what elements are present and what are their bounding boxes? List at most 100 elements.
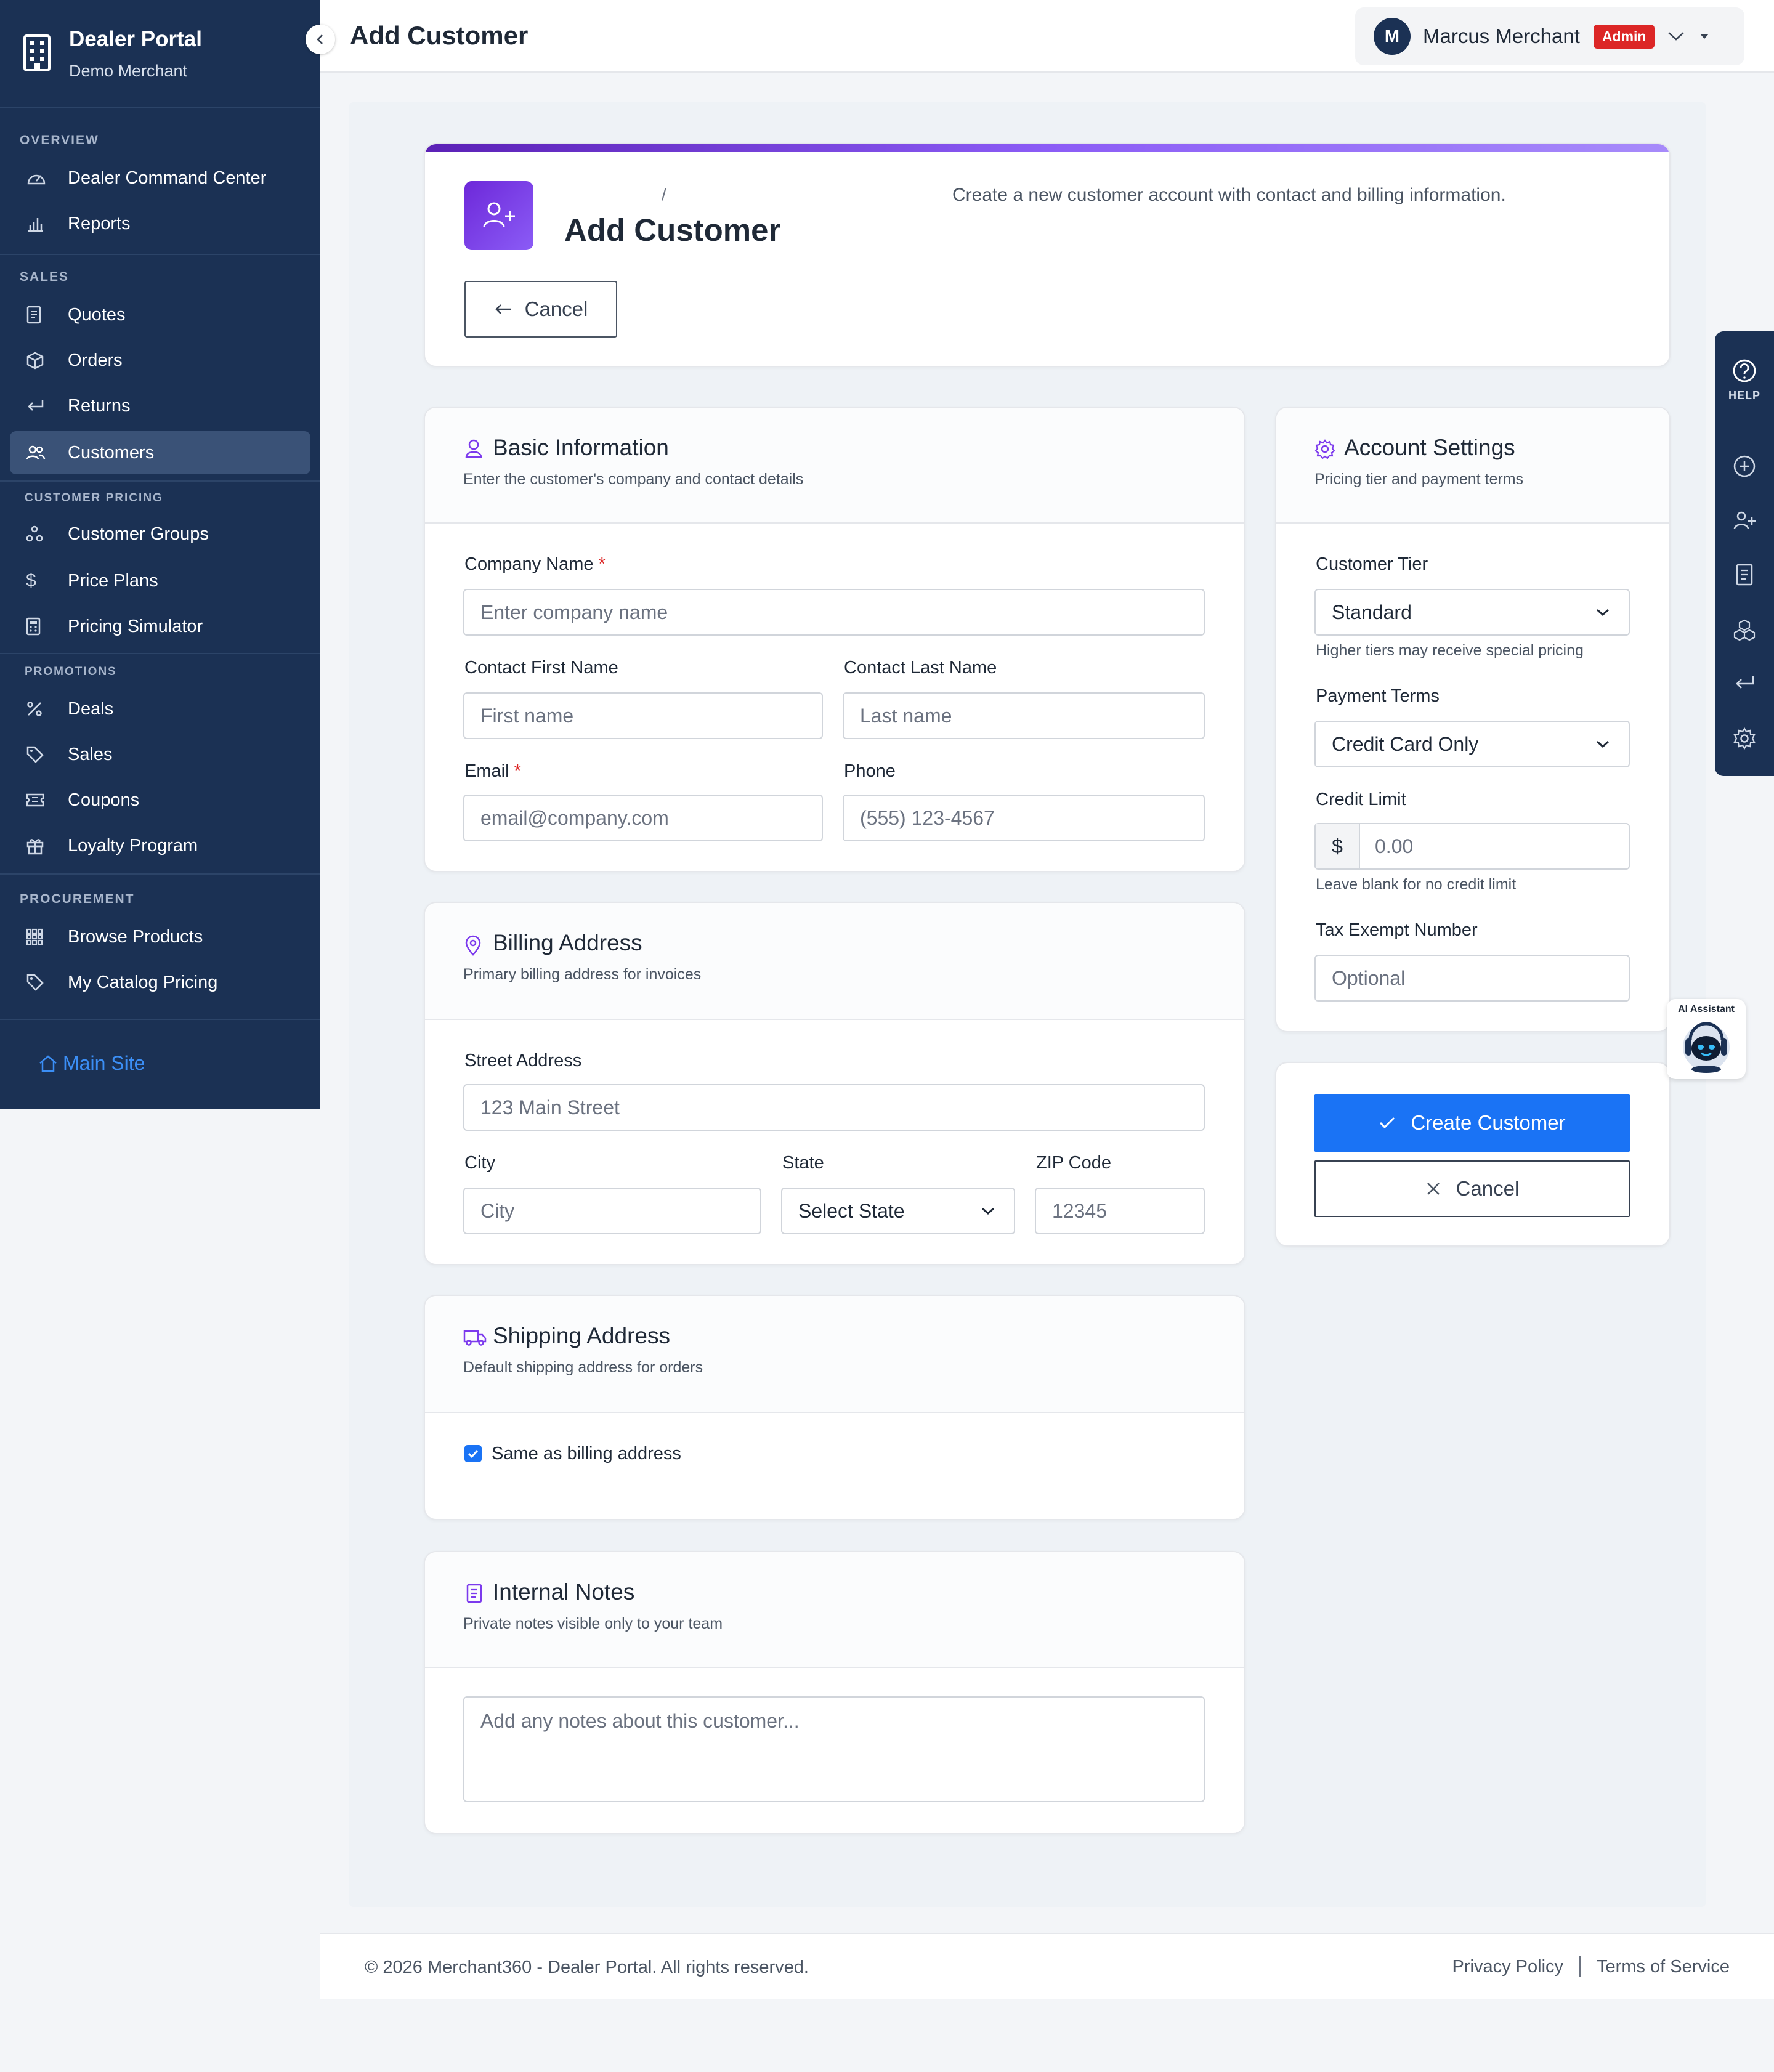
- internal-notes-card: Internal Notes Private notes visible onl…: [424, 1551, 1245, 1834]
- first-name-input[interactable]: First name: [463, 692, 823, 739]
- credit-limit-input[interactable]: $ 0.00: [1314, 823, 1630, 870]
- sidebar-item-coupons[interactable]: Coupons: [10, 779, 310, 822]
- customer-tier-label: Customer Tier: [1316, 554, 1428, 574]
- same-as-billing-label[interactable]: Same as billing address: [492, 1444, 681, 1464]
- chevron-down-icon: [1595, 739, 1610, 749]
- cancel-label: Cancel: [524, 297, 588, 320]
- card-title: Internal Notes: [493, 1579, 635, 1605]
- page-header-card: / Add Customer Create a new customer acc…: [424, 143, 1671, 367]
- tax-exempt-label: Tax Exempt Number: [1316, 920, 1478, 940]
- notes-textarea[interactable]: Add any notes about this customer...: [463, 1696, 1205, 1802]
- boxes-icon: [1733, 618, 1756, 642]
- card-header: Billing Address Primary billing address …: [425, 903, 1244, 1020]
- rail-return-button[interactable]: [1715, 674, 1774, 692]
- rail-boxes-button[interactable]: [1715, 618, 1774, 642]
- credit-limit-hint: Leave blank for no credit limit: [1316, 876, 1517, 893]
- sidebar-item-browse-products[interactable]: Browse Products: [10, 915, 310, 958]
- privacy-policy-link[interactable]: Privacy Policy: [1452, 1957, 1564, 1977]
- create-customer-button[interactable]: Create Customer: [1314, 1094, 1630, 1152]
- bar-chart-icon: [26, 213, 51, 234]
- main-site-label: Main Site: [63, 1052, 145, 1074]
- state-value: Select State: [798, 1199, 905, 1222]
- same-as-billing-checkbox[interactable]: [464, 1445, 482, 1462]
- role-badge: Admin: [1593, 24, 1655, 49]
- sidebar-item-customer-groups[interactable]: Customer Groups: [10, 512, 310, 556]
- customer-tier-select[interactable]: Standard: [1314, 589, 1630, 636]
- actions-card: Create Customer Cancel: [1275, 1062, 1671, 1247]
- sidebar-item-orders[interactable]: Orders: [10, 339, 310, 382]
- arrow-left-icon: [494, 303, 512, 315]
- rail-document-button[interactable]: [1715, 563, 1774, 586]
- sidebar-item-returns[interactable]: Returns: [10, 384, 310, 427]
- required-mark: *: [598, 554, 606, 574]
- tag-icon: [26, 744, 51, 765]
- city-input[interactable]: City: [463, 1188, 761, 1234]
- company-name-input[interactable]: Enter company name: [463, 589, 1205, 636]
- check-icon: [468, 1449, 479, 1458]
- sidebar-item-pricing-simulator[interactable]: Pricing Simulator: [10, 605, 310, 648]
- rail-settings-button[interactable]: [1715, 727, 1774, 750]
- credit-limit-placeholder: 0.00: [1375, 835, 1414, 857]
- check-icon: [1379, 1116, 1396, 1130]
- sidebar-item-price-plans[interactable]: $ Price Plans: [10, 559, 310, 602]
- create-customer-label: Create Customer: [1411, 1111, 1566, 1134]
- rail-add-user-button[interactable]: [1715, 510, 1774, 531]
- account-settings-card: Account Settings Pricing tier and paymen…: [1275, 407, 1671, 1032]
- sidebar-item-customers[interactable]: Customers: [10, 431, 310, 474]
- tax-exempt-input[interactable]: Optional: [1314, 955, 1630, 1002]
- sidebar-item-label: Returns: [68, 395, 131, 416]
- card-subtitle: Pricing tier and payment terms: [1314, 471, 1524, 488]
- user-menu[interactable]: M Marcus Merchant Admin: [1355, 7, 1744, 65]
- sidebar-item-label: Reports: [68, 213, 131, 233]
- help-button[interactable]: HELP: [1715, 358, 1774, 402]
- card-subtitle: Private notes visible only to your team: [463, 1615, 723, 1632]
- billing-address-card: Billing Address Primary billing address …: [424, 902, 1245, 1265]
- sidebar-item-deals[interactable]: Deals: [10, 687, 310, 730]
- card-title: Basic Information: [493, 435, 669, 460]
- card-title: Billing Address: [493, 930, 642, 955]
- tier-value: Standard: [1332, 601, 1412, 623]
- zip-code-input[interactable]: 12345: [1035, 1188, 1205, 1234]
- phone-input[interactable]: (555) 123-4567: [843, 795, 1205, 841]
- chevron-down-icon: [1667, 30, 1685, 42]
- sidebar-item-label: Quotes: [68, 304, 126, 325]
- calculator-icon: [26, 616, 51, 637]
- sidebar-item-dealer-command-center[interactable]: Dealer Command Center: [10, 156, 310, 200]
- sidebar: Dealer Portal Demo Merchant OVERVIEW Dea…: [0, 0, 320, 1109]
- gear-icon: [1314, 439, 1335, 459]
- state-select[interactable]: Select State: [781, 1188, 1015, 1234]
- sidebar-item-my-catalog-pricing[interactable]: My Catalog Pricing: [10, 961, 310, 1004]
- ai-assistant-button[interactable]: AI Assistant: [1667, 999, 1746, 1079]
- box-icon: [26, 350, 51, 371]
- gear-icon: [1733, 727, 1756, 750]
- card-subtitle: Enter the customer's company and contact…: [463, 471, 804, 488]
- back-cancel-button[interactable]: Cancel: [464, 281, 617, 338]
- state-label: State: [782, 1153, 824, 1173]
- home-icon: [38, 1054, 58, 1073]
- chevron-down-icon: [981, 1206, 995, 1216]
- sidebar-item-label: My Catalog Pricing: [68, 972, 218, 992]
- card-subtitle: Primary billing address for invoices: [463, 966, 702, 983]
- robot-icon: [1678, 1018, 1735, 1074]
- topbar: Add Customer M Marcus Merchant Admin: [320, 0, 1774, 73]
- cancel-button[interactable]: Cancel: [1314, 1160, 1630, 1217]
- user-name: Marcus Merchant: [1423, 25, 1580, 47]
- card-title: Shipping Address: [493, 1323, 670, 1348]
- street-address-input[interactable]: 123 Main Street: [463, 1084, 1205, 1131]
- ticket-icon: [26, 790, 51, 811]
- terms-of-service-link[interactable]: Terms of Service: [1597, 1957, 1730, 1977]
- caret-down-icon: [1699, 33, 1710, 40]
- sidebar-collapse-button[interactable]: [306, 25, 335, 54]
- rail-add-button[interactable]: [1715, 455, 1774, 478]
- sidebar-item-loyalty-program[interactable]: Loyalty Program: [10, 824, 310, 867]
- email-input[interactable]: email@company.com: [463, 795, 823, 841]
- main-site-link[interactable]: Main Site: [38, 1052, 145, 1075]
- sidebar-item-quotes[interactable]: Quotes: [10, 293, 310, 336]
- hero-title: Add Customer: [564, 212, 781, 248]
- payment-terms-select[interactable]: Credit Card Only: [1314, 721, 1630, 767]
- card-header: Internal Notes Private notes visible onl…: [425, 1552, 1244, 1668]
- currency-prefix: $: [1316, 824, 1360, 868]
- sidebar-item-sales[interactable]: Sales: [10, 733, 310, 776]
- sidebar-item-reports[interactable]: Reports: [10, 202, 310, 245]
- last-name-input[interactable]: Last name: [843, 692, 1205, 739]
